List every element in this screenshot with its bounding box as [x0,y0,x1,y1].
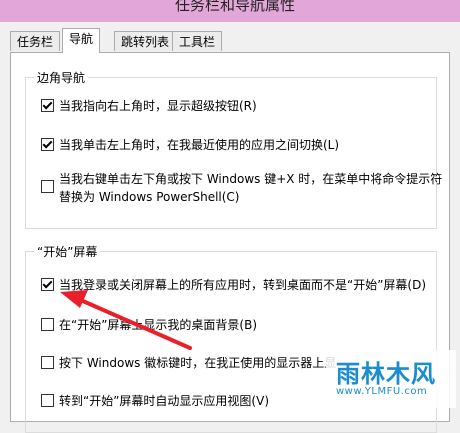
watermark-url: www.YLMFU.com [336,386,428,397]
tab-navigation[interactable]: 导航 [62,28,101,53]
watermark-logo: 雨林木风 www.YLMFU.com [326,350,456,408]
watermark-name: 雨林木风 [336,360,436,388]
